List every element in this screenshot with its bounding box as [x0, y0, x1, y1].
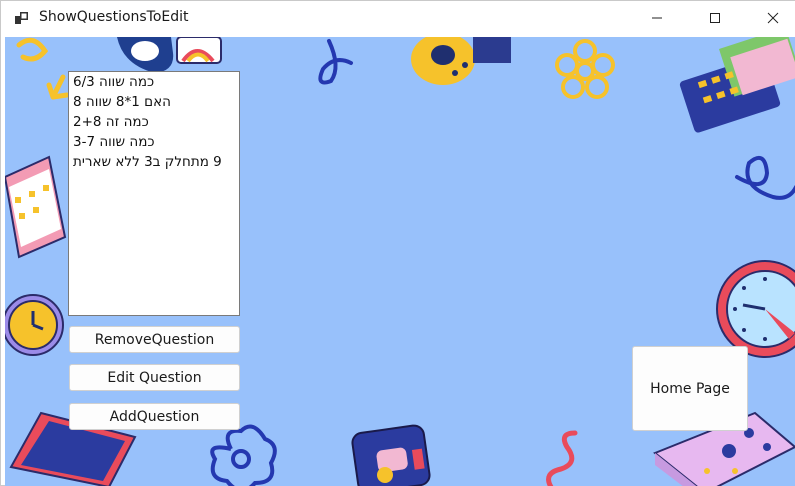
edit-question-button[interactable]: Edit Question	[69, 364, 240, 391]
form-client-area: כמה שווה 6/3 האם 1*8 שווה 8 כמה זה 2+8 כ…	[5, 37, 795, 486]
list-item[interactable]: כמה שווה 6/3	[69, 72, 239, 92]
list-item[interactable]: האם 1*8 שווה 8	[69, 92, 239, 112]
add-question-button[interactable]: AddQuestion	[69, 403, 240, 430]
list-item[interactable]: כמה שווה 3-7	[69, 132, 239, 152]
close-button[interactable]	[744, 1, 795, 35]
minimize-button[interactable]	[628, 1, 686, 35]
close-icon	[767, 12, 779, 24]
app-window: ShowQuestionsToEdit כמה שווה 6/3 האם 1*8…	[0, 0, 795, 486]
maximize-icon	[710, 13, 720, 23]
list-item[interactable]: כמה זה 2+8	[69, 112, 239, 132]
questions-listbox[interactable]: כמה שווה 6/3 האם 1*8 שווה 8 כמה זה 2+8 כ…	[68, 71, 240, 316]
remove-question-button[interactable]: RemoveQuestion	[69, 326, 240, 353]
list-item[interactable]: 9 מתחלק ב3 ללא שארית	[69, 152, 239, 172]
app-icon	[14, 10, 30, 26]
home-page-button[interactable]: Home Page	[632, 346, 748, 431]
maximize-button[interactable]	[686, 1, 744, 35]
window-title: ShowQuestionsToEdit	[39, 9, 189, 25]
minimize-icon	[652, 17, 662, 19]
title-bar[interactable]: ShowQuestionsToEdit	[1, 1, 795, 37]
